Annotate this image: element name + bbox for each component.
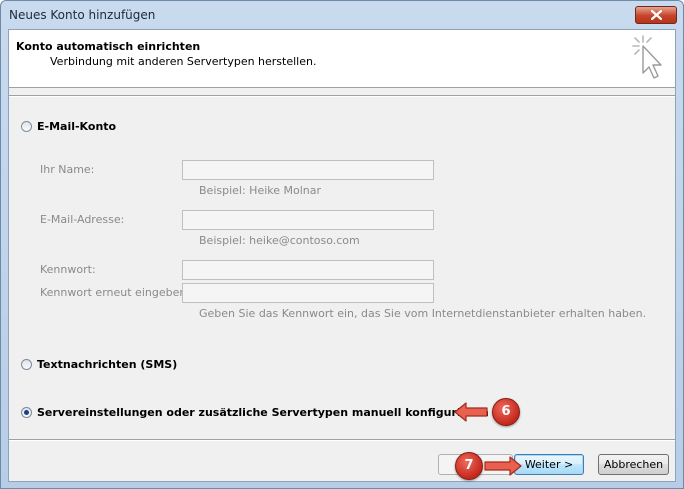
separator (9, 95, 675, 97)
name-label: Ihr Name: (40, 163, 95, 176)
radio-button[interactable] (21, 359, 32, 370)
radio-manual-config[interactable]: Servereinstellungen oder zusätzliche Ser… (21, 406, 489, 419)
cancel-button[interactable]: Abbrechen (598, 454, 669, 475)
password-repeat-label: Kennwort erneut eingeben: (40, 286, 191, 299)
annotation-arrow-6 (454, 402, 488, 422)
separator (9, 439, 675, 441)
dialog-window: Neues Konto hinzufügen Konto automatisch… (0, 0, 684, 489)
radio-button-selected[interactable] (21, 407, 32, 418)
radio-email-account[interactable]: E-Mail-Konto (21, 120, 116, 133)
radio-sms[interactable]: Textnachrichten (SMS) (21, 358, 177, 371)
close-icon (651, 10, 662, 20)
password-label: Kennwort: (40, 263, 96, 276)
annotation-badge-7: 7 (455, 452, 483, 480)
password-repeat-input[interactable] (182, 283, 434, 303)
email-input[interactable] (182, 210, 434, 230)
password-input[interactable] (182, 260, 434, 280)
radio-button[interactable] (21, 121, 32, 132)
annotation-badge-6: 6 (492, 398, 520, 426)
email-label: E-Mail-Adresse: (40, 213, 125, 226)
window-title: Neues Konto hinzufügen (9, 8, 156, 22)
title-bar: Neues Konto hinzufügen (1, 1, 683, 29)
radio-manual-label: Servereinstellungen oder zusätzliche Ser… (37, 406, 489, 419)
email-hint: Beispiel: heike@contoso.com (199, 234, 360, 247)
header-subtitle: Verbindung mit anderen Servertypen herst… (50, 55, 317, 68)
password-hint: Geben Sie das Kennwort ein, das Sie vom … (199, 307, 647, 320)
radio-email-label: E-Mail-Konto (37, 120, 117, 133)
radio-sms-label: Textnachrichten (SMS) (37, 358, 178, 371)
wizard-header: Konto automatisch einrichten Verbindung … (9, 30, 675, 88)
name-input[interactable] (182, 160, 434, 180)
cursor-sparkle-icon (632, 35, 662, 79)
header-title: Konto automatisch einrichten (16, 40, 201, 53)
name-hint: Beispiel: Heike Molnar (199, 184, 322, 197)
dialog-body: Konto automatisch einrichten Verbindung … (8, 29, 676, 482)
close-button[interactable] (635, 6, 677, 24)
next-button[interactable]: Weiter > (514, 454, 584, 475)
annotation-arrow-7 (484, 456, 522, 476)
